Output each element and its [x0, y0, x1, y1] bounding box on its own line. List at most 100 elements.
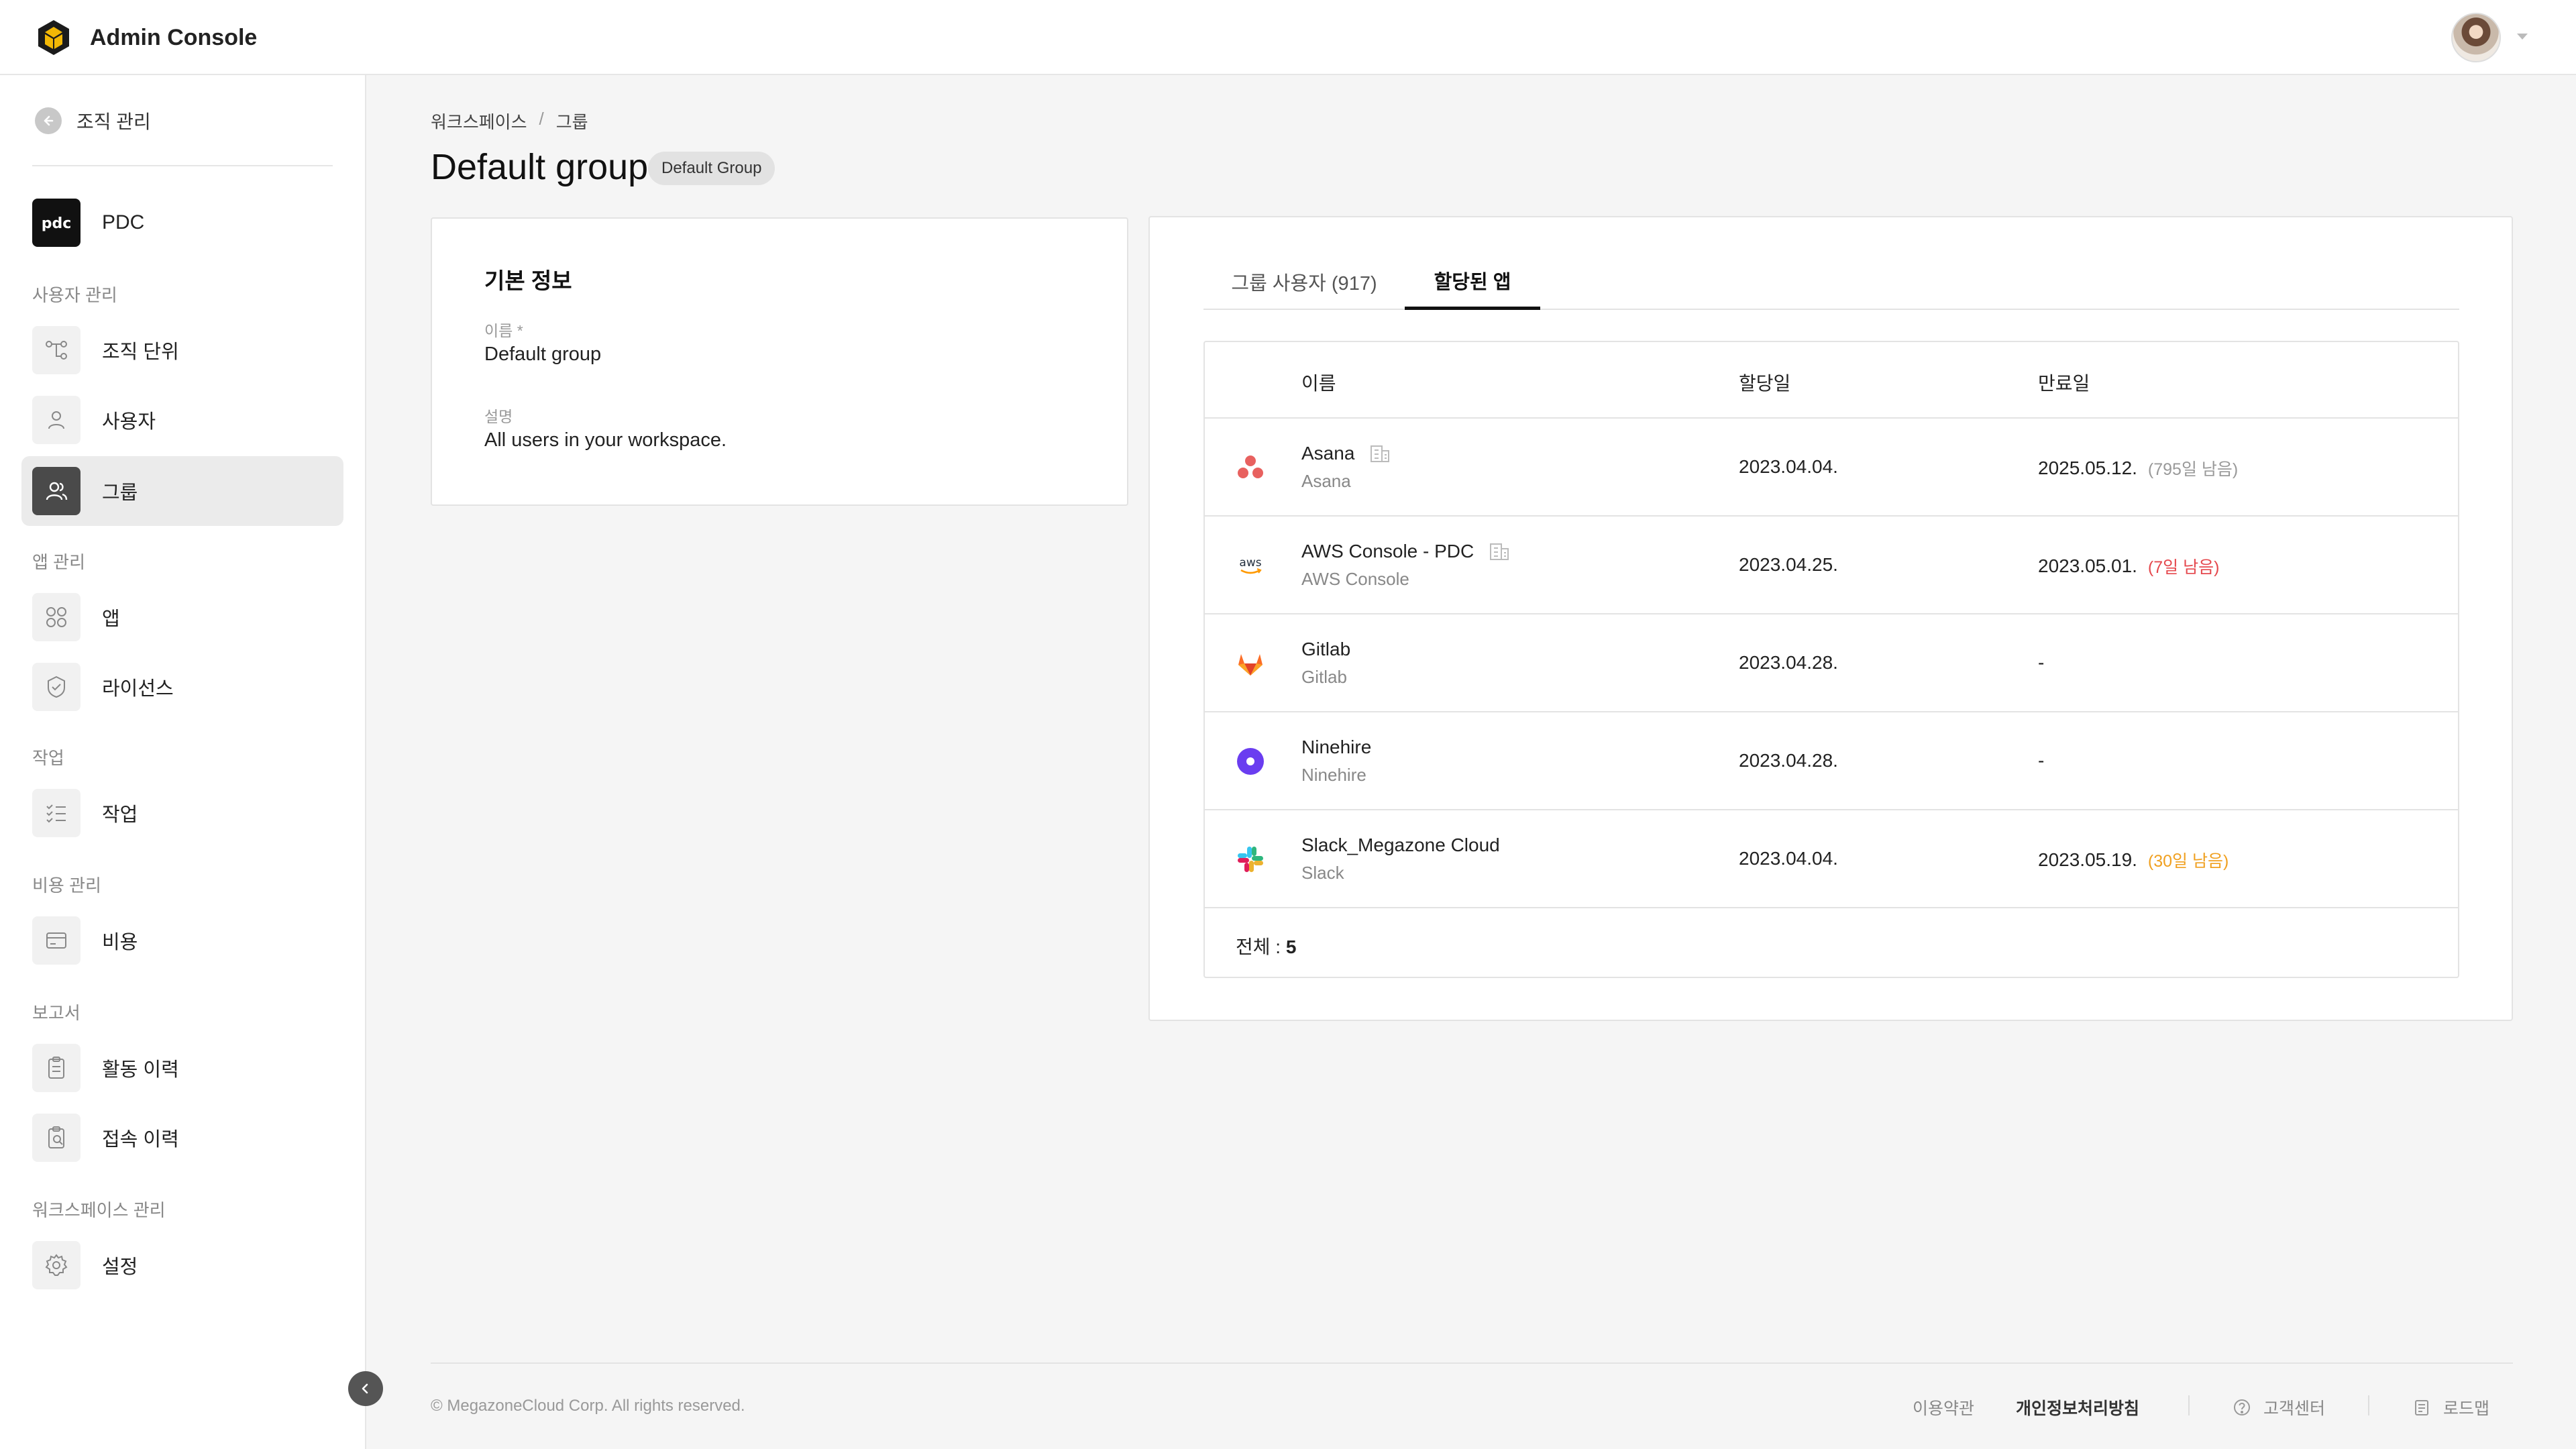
- arrow-left-icon: [35, 107, 62, 134]
- table-row[interactable]: aws AWS Console - PDC AWS Console 2023.0…: [1205, 517, 2458, 614]
- table-row[interactable]: Gitlab Gitlab 2023.04.28. -: [1205, 614, 2458, 712]
- expire-date-text: -: [2038, 652, 2045, 673]
- expire-date-text: 2025.05.12.: [2038, 458, 2137, 478]
- description-value: All users in your workspace.: [484, 429, 727, 451]
- column-header-expires[interactable]: 만료일: [2038, 369, 2090, 396]
- breadcrumb-current: 그룹: [555, 112, 588, 132]
- section-app-management: 앱 관리: [32, 552, 85, 572]
- name-label: 이름 *: [484, 322, 523, 339]
- expire-date-text: 2023.05.19.: [2038, 849, 2137, 870]
- footer-separator: [2188, 1395, 2190, 1415]
- asana-icon: [1238, 455, 1263, 478]
- column-header-assigned[interactable]: 할당일: [1739, 369, 1790, 396]
- support-label: 고객센터: [2263, 1399, 2326, 1418]
- license-badge-icon: [32, 663, 80, 711]
- column-header-name[interactable]: 이름: [1301, 369, 1336, 396]
- section-cost-management: 비용 관리: [32, 875, 101, 896]
- table-row[interactable]: Slack_Megazone Cloud Slack 2023.04.04. 2…: [1205, 810, 2458, 908]
- sidebar-item-activity[interactable]: 활동 이력: [21, 1033, 343, 1103]
- sidebar-item-label: 앱: [102, 608, 120, 630]
- expire-date: -: [2038, 652, 2044, 674]
- app-title: Admin Console: [90, 24, 258, 50]
- assigned-date: 2023.04.04.: [1739, 848, 1838, 869]
- sidebar-item-org-unit[interactable]: 조직 단위: [21, 315, 343, 385]
- app-name: AWS Console - PDC: [1301, 541, 1510, 562]
- org-chart-icon: [32, 326, 80, 374]
- expire-date: -: [2038, 750, 2044, 771]
- chevron-down-icon[interactable]: [2517, 34, 2528, 40]
- app-name: Slack_Megazone Cloud: [1301, 835, 1500, 856]
- days-remaining: (795일 남음): [2147, 460, 2239, 479]
- expire-date: 2023.05.19. (30일 남음): [2038, 848, 2229, 872]
- breadcrumb-workspace[interactable]: 워크스페이스: [431, 109, 527, 133]
- back-to-org-button[interactable]: 조직 관리: [35, 107, 151, 134]
- basic-info-title: 기본 정보: [484, 268, 572, 293]
- description-label: 설명: [484, 408, 513, 425]
- admin-console-logo-icon: [38, 20, 69, 55]
- sidebar-item-label: 비용: [102, 932, 138, 953]
- terms-link[interactable]: 이용약관: [1913, 1395, 1974, 1419]
- sidebar-item-label: 접속 이력: [102, 1129, 179, 1150]
- assigned-date: 2023.04.04.: [1739, 456, 1838, 477]
- apps-table: 이름 할당일 만료일 Asana Asana 2023.04.04. 2025.…: [1203, 341, 2459, 978]
- access-log-icon: [32, 1114, 80, 1162]
- sidebar-item-license[interactable]: 라이선스: [21, 652, 343, 722]
- breadcrumb-separator: /: [539, 109, 544, 129]
- sidebar-item-label: 작업: [102, 804, 138, 826]
- total-count: 5: [1285, 936, 1297, 957]
- app-type: Gitlab: [1301, 667, 1347, 687]
- assigned-date: 2023.04.25.: [1739, 554, 1838, 575]
- table-total: 전체 : 5: [1236, 932, 1296, 959]
- top-header: Admin Console: [0, 0, 2576, 75]
- total-label: 전체 :: [1236, 936, 1281, 957]
- expire-date-text: 2023.05.01.: [2038, 555, 2137, 576]
- footer-divider: [431, 1362, 2513, 1364]
- table-row[interactable]: Asana Asana 2023.04.04. 2025.05.12. (795…: [1205, 419, 2458, 517]
- sidebar-item-apps[interactable]: 앱: [21, 582, 343, 652]
- roadmap-link[interactable]: 로드맵: [2412, 1395, 2489, 1419]
- sidebar-item-groups[interactable]: 그룹: [21, 456, 343, 526]
- org-selector[interactable]: pdc PDC: [32, 199, 144, 247]
- footer-separator: [2368, 1395, 2369, 1415]
- group-icon: [32, 467, 80, 515]
- tab-group-members[interactable]: 그룹 사용자 (917): [1203, 254, 1405, 310]
- privacy-link[interactable]: 개인정보처리방침: [2016, 1395, 2139, 1419]
- table-header: 이름 할당일 만료일: [1205, 342, 2458, 419]
- support-link[interactable]: 고객센터: [2233, 1395, 2325, 1419]
- breadcrumb: 워크스페이스 / 그룹: [431, 109, 588, 133]
- page-title: Default group: [431, 147, 649, 187]
- app-name: Ninehire: [1301, 737, 1371, 758]
- assigned-date: 2023.04.28.: [1739, 652, 1838, 673]
- sidebar-divider: [32, 165, 333, 166]
- sidebar-item-users[interactable]: 사용자: [21, 385, 343, 455]
- sidebar-item-label: 그룹: [102, 482, 138, 504]
- roadmap-label: 로드맵: [2443, 1399, 2490, 1418]
- building-icon: [1490, 543, 1509, 560]
- group-type-badge: Default Group: [648, 152, 775, 185]
- sidebar-item-access[interactable]: 접속 이력: [21, 1103, 343, 1173]
- copyright: © MegazoneCloud Corp. All rights reserve…: [431, 1397, 745, 1415]
- table-row[interactable]: Ninehire Ninehire 2023.04.28. -: [1205, 712, 2458, 810]
- collapse-sidebar-button[interactable]: [348, 1371, 383, 1406]
- tab-assigned-apps[interactable]: 할당된 앱: [1405, 254, 1540, 310]
- section-reports: 보고서: [32, 1003, 80, 1023]
- section-user-management: 사용자 관리: [32, 285, 117, 305]
- assigned-date: 2023.04.28.: [1739, 750, 1838, 771]
- sidebar-item-label: 사용자: [102, 411, 156, 433]
- days-remaining: (30일 남음): [2147, 852, 2229, 871]
- user-avatar[interactable]: [2451, 13, 2501, 62]
- app-name-text: Gitlab: [1301, 639, 1351, 659]
- sidebar-item-tasks[interactable]: 작업: [21, 778, 343, 848]
- sidebar-item-settings[interactable]: 설정: [21, 1230, 343, 1300]
- sidebar-item-cost[interactable]: 비용: [21, 906, 343, 975]
- section-workspace-management: 워크스페이스 관리: [32, 1200, 166, 1220]
- days-remaining: (7일 남음): [2147, 558, 2220, 577]
- ninehire-icon: [1237, 748, 1264, 775]
- app-name-text: Slack_Megazone Cloud: [1301, 835, 1500, 855]
- sidebar-item-label: 활동 이력: [102, 1059, 179, 1081]
- brand[interactable]: Admin Console: [35, 19, 257, 56]
- user-icon: [32, 396, 80, 444]
- building-icon: [1371, 445, 1390, 462]
- app-name-text: Ninehire: [1301, 737, 1372, 757]
- org-name: PDC: [102, 211, 145, 233]
